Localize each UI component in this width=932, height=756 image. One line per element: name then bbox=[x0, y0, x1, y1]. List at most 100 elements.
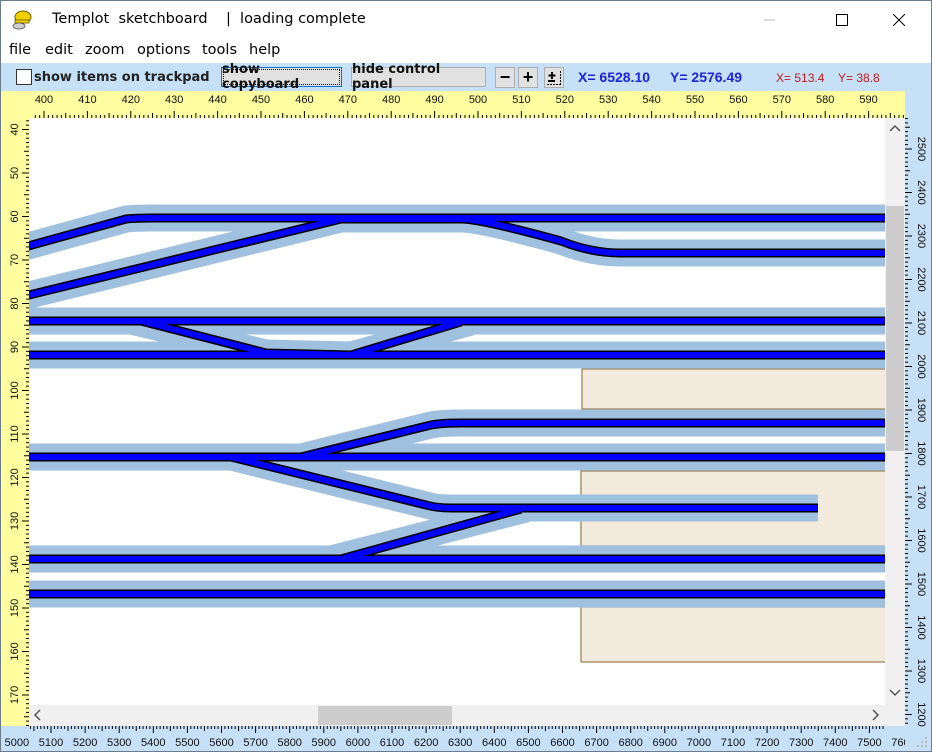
bottom-ruler-label: 6800 bbox=[618, 737, 642, 749]
track-plan-drawing[interactable] bbox=[29, 118, 885, 705]
top-ruler-label: 590 bbox=[859, 94, 877, 106]
bottom-ruler-label: 7200 bbox=[755, 737, 779, 749]
scroll-left-icon[interactable] bbox=[33, 709, 41, 721]
plus-icon: + bbox=[522, 67, 534, 87]
right-ruler-label: 1400 bbox=[915, 615, 927, 639]
show-copyboard-button[interactable]: show copyboard bbox=[221, 62, 342, 92]
top-ruler: 400 410 420 430 440 450 460 470 480 490 500 510 520 5… bbox=[29, 91, 905, 118]
bottom-ruler-scale: 5000 5100 5200 5300 5400 5500 5600 5700 5800 5900… bbox=[5, 726, 916, 749]
minimize-icon bbox=[764, 19, 775, 21]
right-ruler-label: 2100 bbox=[915, 311, 927, 335]
top-ruler-scale: 400 410 420 430 440 450 460 470 480 490 500 510 520 5… bbox=[34, 94, 904, 118]
bottom-ruler-label: 6600 bbox=[550, 737, 574, 749]
left-ruler-label: 50 bbox=[9, 167, 21, 179]
right-ruler-label: 1800 bbox=[915, 441, 927, 465]
maximize-button[interactable] bbox=[819, 1, 865, 39]
platform-3[interactable] bbox=[580, 606, 885, 663]
title-bar: Templot sketchboard | loading complete bbox=[1, 1, 931, 39]
right-ruler-label: 2200 bbox=[915, 267, 927, 291]
menu-tools[interactable]: tools bbox=[202, 42, 237, 58]
bottom-ruler-label: 6400 bbox=[482, 737, 506, 749]
window-title: Templot sketchboard | loading complete bbox=[52, 11, 366, 27]
templot-app-icon bbox=[12, 10, 32, 30]
vertical-scrollbar[interactable] bbox=[885, 118, 905, 705]
scroll-down-icon[interactable] bbox=[889, 689, 901, 697]
scrollbar-corner bbox=[885, 705, 905, 726]
menu-help[interactable]: help bbox=[249, 42, 280, 58]
top-ruler-label: 420 bbox=[122, 94, 140, 106]
menu-edit[interactable]: edit bbox=[45, 42, 73, 58]
show-items-checkbox[interactable] bbox=[16, 69, 32, 85]
right-ruler-label: 1300 bbox=[915, 659, 927, 683]
scroll-right-icon[interactable] bbox=[872, 709, 880, 721]
x-pointer-readout: X= 513.4 bbox=[776, 71, 825, 85]
hide-control-panel-button[interactable]: hide control panel bbox=[351, 62, 486, 92]
left-ruler-label: 140 bbox=[9, 555, 21, 573]
left-ruler-label: 120 bbox=[9, 468, 21, 486]
right-ruler-label: 2000 bbox=[915, 354, 927, 378]
zoom-out-button[interactable]: − bbox=[495, 67, 515, 88]
fit-view-icon bbox=[547, 70, 561, 85]
bottom-ruler-label: 5400 bbox=[141, 737, 165, 749]
top-ruler-label: 440 bbox=[208, 94, 226, 106]
left-ruler-label: 130 bbox=[9, 512, 21, 530]
left-ruler-label: 150 bbox=[9, 599, 21, 617]
scroll-up-icon[interactable] bbox=[889, 124, 901, 132]
resize-grip-icon[interactable] bbox=[917, 737, 929, 749]
bottom-ruler-label: 6100 bbox=[380, 737, 404, 749]
menu-bar: file edit zoom options tools help bbox=[1, 39, 931, 63]
left-ruler-label: 170 bbox=[9, 686, 21, 704]
top-ruler-label: 560 bbox=[729, 94, 747, 106]
close-button[interactable] bbox=[876, 1, 922, 39]
right-ruler-label: 2400 bbox=[915, 180, 927, 204]
bottom-ruler-label: 5000 bbox=[5, 737, 29, 749]
top-ruler-label: 570 bbox=[773, 94, 791, 106]
left-ruler-label: 90 bbox=[9, 341, 21, 353]
left-ruler-label: 100 bbox=[9, 381, 21, 399]
fit-view-button[interactable] bbox=[544, 67, 564, 88]
bottom-ruler-label: 5600 bbox=[209, 737, 233, 749]
bottom-ruler: 5000 5100 5200 5300 5400 5500 5600 5700 5800 5900… bbox=[1, 726, 916, 751]
right-ruler-label: 1900 bbox=[915, 398, 927, 422]
bottom-ruler-label: 7300 bbox=[789, 737, 813, 749]
right-ruler-label: 2300 bbox=[915, 224, 927, 248]
minimize-button[interactable] bbox=[747, 1, 793, 39]
bottom-ruler-label: 6000 bbox=[346, 737, 370, 749]
minus-icon: − bbox=[499, 67, 511, 87]
horizontal-scroll-thumb[interactable] bbox=[318, 706, 452, 725]
top-ruler-label: 430 bbox=[165, 94, 183, 106]
menu-file[interactable]: file bbox=[9, 42, 31, 58]
sketchboard-canvas[interactable] bbox=[29, 118, 885, 705]
platform-1[interactable] bbox=[581, 368, 885, 410]
menu-zoom[interactable]: zoom bbox=[85, 42, 124, 58]
top-ruler-label: 500 bbox=[469, 94, 487, 106]
bottom-ruler-label: 5700 bbox=[243, 737, 267, 749]
zoom-in-button[interactable]: + bbox=[518, 67, 538, 88]
top-ruler-label: 520 bbox=[556, 94, 574, 106]
left-ruler-label: 160 bbox=[9, 642, 21, 660]
top-ruler-label: 400 bbox=[35, 94, 53, 106]
bottom-ruler-label: 7000 bbox=[687, 737, 711, 749]
top-ruler-label: 450 bbox=[252, 94, 270, 106]
menu-options[interactable]: options bbox=[137, 42, 190, 58]
bottom-ruler-label: 5500 bbox=[175, 737, 199, 749]
bottom-ruler-label: 6900 bbox=[653, 737, 677, 749]
bottom-ruler-label: 5900 bbox=[312, 737, 336, 749]
top-ruler-label: 530 bbox=[599, 94, 617, 106]
bottom-ruler-label: 7100 bbox=[721, 737, 745, 749]
horizontal-scrollbar[interactable] bbox=[29, 705, 885, 726]
top-ruler-label: 460 bbox=[295, 94, 313, 106]
templot-window: Templot sketchboard | loading complete f… bbox=[0, 0, 932, 752]
left-ruler: 40 50 60 70 80 90 100 110 120 130 140 150 160 170 bbox=[1, 91, 29, 726]
top-ruler-label: 410 bbox=[78, 94, 96, 106]
vertical-scroll-thumb[interactable] bbox=[886, 206, 904, 451]
y-coordinate-readout: Y= 2576.49 bbox=[670, 69, 743, 85]
close-icon bbox=[893, 14, 905, 26]
bottom-ruler-label: 7400 bbox=[823, 737, 847, 749]
bottom-ruler-label: 7500 bbox=[857, 737, 881, 749]
right-ruler: 2500 2400 2300 2200 2100 2000 1900 1800 1700 1600… bbox=[905, 91, 931, 751]
right-ruler-label: 1700 bbox=[915, 485, 927, 509]
bottom-ruler-label: 6700 bbox=[584, 737, 608, 749]
bottom-ruler-label: 5800 bbox=[277, 737, 301, 749]
bottom-ruler-label: 5300 bbox=[107, 737, 131, 749]
